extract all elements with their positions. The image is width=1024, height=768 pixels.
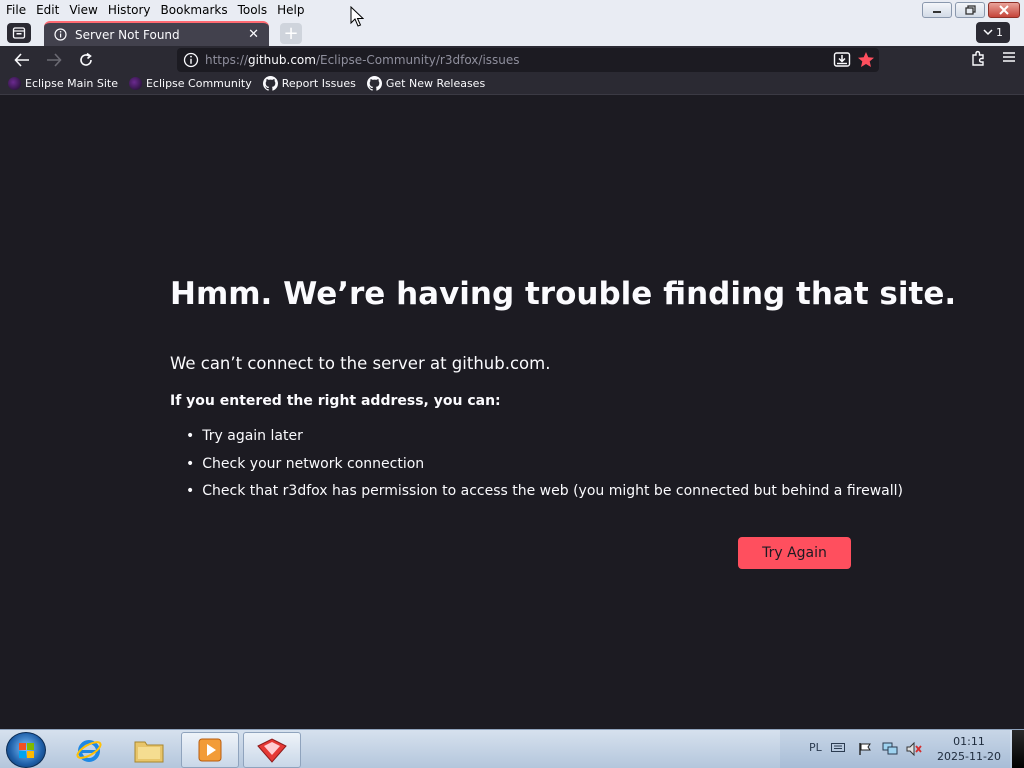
volume-muted-icon[interactable]	[906, 742, 922, 756]
forward-arrow-icon	[47, 53, 62, 67]
menu-file[interactable]: File	[0, 0, 31, 20]
back-button[interactable]	[12, 50, 32, 70]
action-center-flag-icon[interactable]	[858, 742, 872, 756]
menu-edit[interactable]: Edit	[31, 0, 64, 20]
suggestion-item: Check that r3dfox has permission to acce…	[186, 481, 903, 509]
minimize-button[interactable]	[922, 2, 952, 18]
folder-icon	[134, 741, 164, 763]
list-all-tabs-button[interactable]: 1	[976, 22, 1010, 43]
taskbar-r3dfox[interactable]	[243, 732, 301, 768]
url-text[interactable]: https://github.com/Eclipse-Community/r3d…	[205, 53, 520, 67]
error-description: We can’t connect to the server at github…	[170, 354, 551, 373]
windows-logo-icon	[19, 743, 34, 758]
navigation-bar: https://github.com/Eclipse-Community/r3d…	[0, 46, 1024, 73]
restore-icon	[964, 5, 976, 15]
close-window-button[interactable]	[988, 2, 1020, 18]
tab-count-label: 1	[996, 26, 1003, 39]
bookmark-label: Eclipse Community	[145, 77, 252, 90]
menu-view[interactable]: View	[64, 0, 102, 20]
firefox-view-icon	[12, 27, 26, 39]
forward-button[interactable]	[44, 50, 64, 70]
site-info-icon[interactable]	[183, 52, 199, 68]
minimize-icon	[933, 11, 941, 13]
start-button[interactable]	[6, 732, 46, 768]
clock[interactable]: 01:11 2025-11-20	[932, 734, 1006, 764]
show-desktop-button[interactable]	[1012, 730, 1024, 768]
tab-strip: Server Not Found ✕ + 1	[0, 20, 1024, 46]
bookmarks-toolbar: Eclipse Main Site Eclipse Community Repo…	[0, 73, 1024, 95]
back-arrow-icon	[14, 53, 29, 67]
tab-server-not-found[interactable]: Server Not Found ✕	[44, 21, 269, 46]
suggestion-item: Try again later	[186, 426, 903, 454]
bookmark-eclipse-community[interactable]: Eclipse Community	[128, 77, 252, 90]
keyboard-icon[interactable]	[831, 742, 845, 753]
url-prefix: https://	[205, 53, 249, 67]
error-title: Hmm. We’re having trouble finding that s…	[170, 276, 957, 312]
reload-icon	[80, 52, 92, 66]
menu-bookmarks[interactable]: Bookmarks	[156, 0, 233, 20]
bookmark-star-icon[interactable]	[857, 51, 875, 68]
url-host: github.com	[248, 53, 316, 67]
reload-button[interactable]	[76, 50, 96, 70]
menu-bar: File Edit View History Bookmarks Tools H…	[0, 0, 1024, 20]
internet-explorer-icon	[76, 740, 102, 762]
menu-help[interactable]: Help	[272, 0, 309, 20]
tab-title: Server Not Found	[75, 27, 180, 42]
taskbar-internet-explorer[interactable]	[60, 732, 118, 768]
suggestion-item: Check your network connection	[186, 454, 903, 482]
toolbar-right	[970, 50, 1016, 66]
mouse-cursor-icon	[350, 6, 364, 27]
close-icon	[999, 5, 1009, 15]
taskbar-media-player[interactable]	[181, 732, 239, 768]
bookmark-report-issues[interactable]: Report Issues	[262, 76, 356, 91]
url-path: /Eclipse-Community/r3dfox/issues	[315, 53, 520, 67]
url-actions	[833, 51, 875, 68]
error-page: Hmm. We’re having trouble finding that s…	[0, 96, 1024, 729]
menu-history[interactable]: History	[103, 0, 156, 20]
bookmark-label: Get New Releases	[385, 77, 486, 90]
eclipse-icon	[8, 77, 21, 90]
bookmark-label: Report Issues	[281, 77, 356, 90]
try-again-button[interactable]: Try Again	[738, 537, 851, 569]
clock-date: 2025-11-20	[937, 750, 1001, 763]
firefox-view-button[interactable]	[7, 23, 31, 43]
suggestion-list: Try again later Check your network conne…	[186, 426, 903, 509]
menu-tools[interactable]: Tools	[233, 0, 273, 20]
github-icon	[262, 76, 278, 91]
language-indicator[interactable]: PL	[809, 741, 822, 754]
url-bar[interactable]: https://github.com/Eclipse-Community/r3d…	[177, 48, 879, 72]
taskbar: PL 01:11 2025-11-20	[0, 729, 1024, 768]
hamburger-menu-icon[interactable]	[1002, 50, 1016, 64]
restore-button[interactable]	[955, 2, 985, 18]
save-to-pocket-icon[interactable]	[833, 51, 851, 68]
taskbar-file-explorer[interactable]	[120, 732, 178, 768]
bookmark-get-new-releases[interactable]: Get New Releases	[366, 76, 486, 91]
r3dfox-icon	[257, 738, 287, 763]
window-controls	[922, 2, 1020, 18]
bookmark-eclipse-main-site[interactable]: Eclipse Main Site	[8, 77, 118, 90]
github-icon	[366, 76, 382, 91]
extensions-icon[interactable]	[970, 50, 986, 66]
tab-close-button[interactable]: ✕	[248, 27, 259, 42]
media-player-icon	[198, 738, 222, 762]
network-icon[interactable]	[882, 741, 898, 756]
chevron-down-icon	[983, 29, 993, 36]
bookmark-label: Eclipse Main Site	[25, 77, 118, 90]
suggestions-lead: If you entered the right address, you ca…	[170, 393, 501, 409]
info-icon	[54, 28, 67, 41]
clock-time: 01:11	[953, 735, 985, 748]
eclipse-icon	[128, 77, 142, 90]
new-tab-button[interactable]: +	[280, 23, 302, 44]
